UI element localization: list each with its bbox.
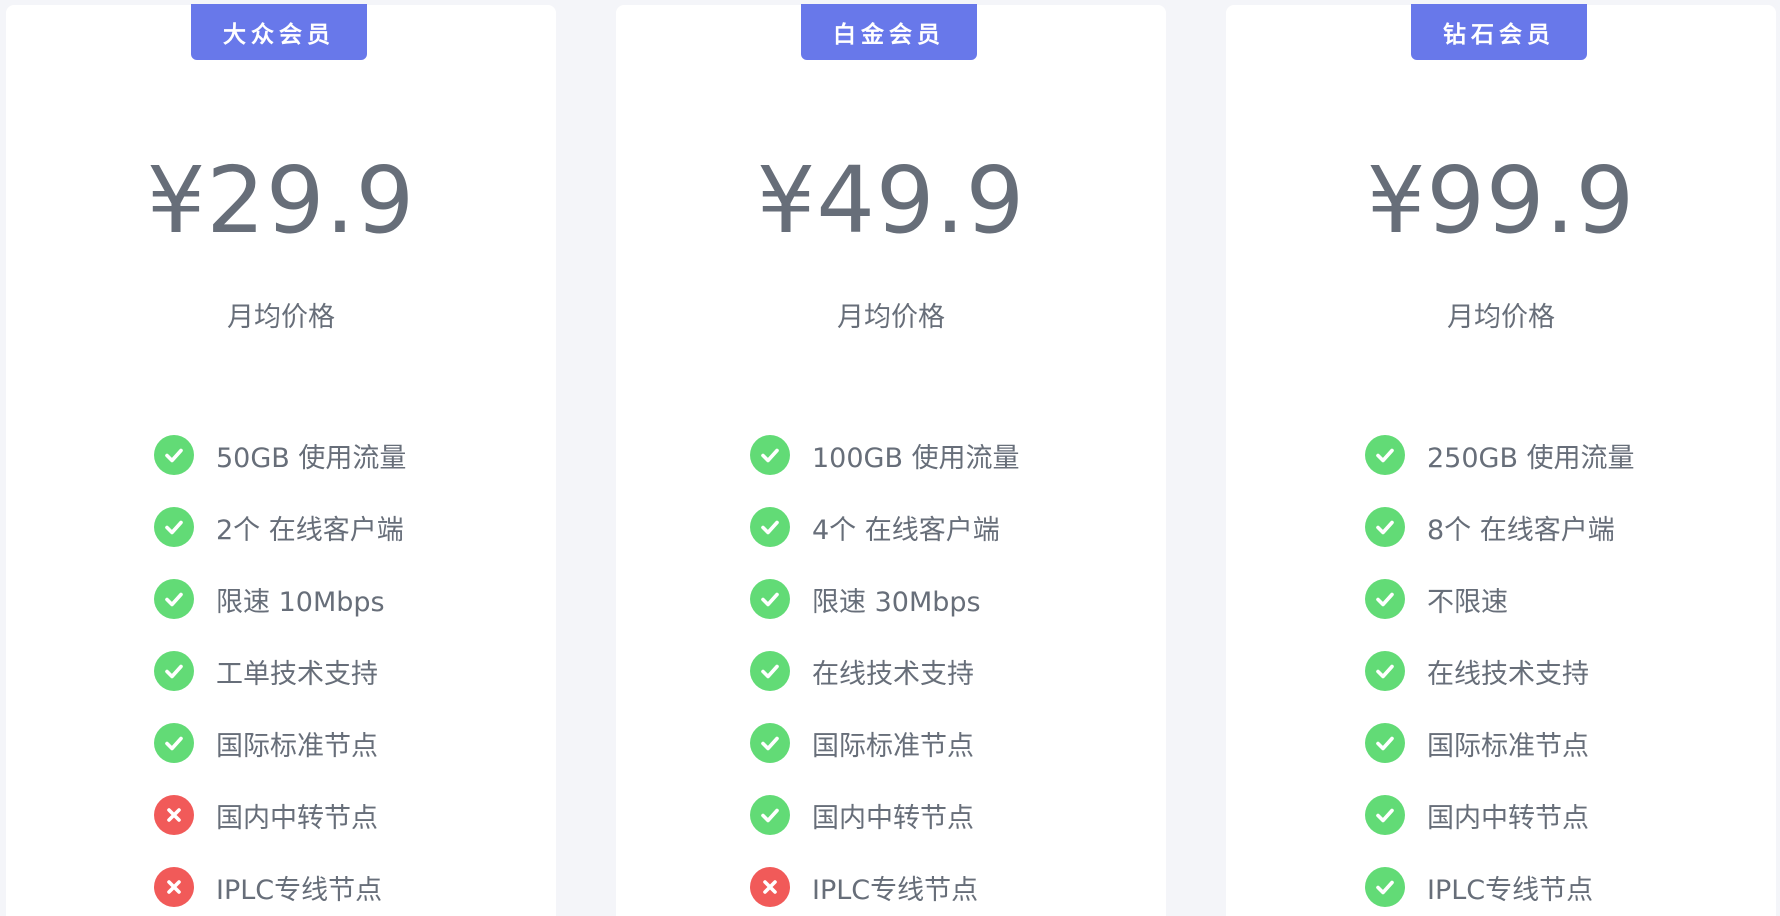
check-icon [154, 507, 194, 547]
feature-label: 限速 10Mbps [216, 586, 385, 618]
feature-label: 50GB 使用流量 [216, 442, 407, 474]
feature-label: 国内中转节点 [1427, 802, 1589, 834]
feature-item: 限速 30Mbps [750, 563, 1020, 635]
check-icon [750, 507, 790, 547]
feature-list: 100GB 使用流量 4个 在线客户端 限速 30Mbps 在线技术支持 国际标… [750, 419, 1020, 916]
feature-label: 100GB 使用流量 [812, 442, 1020, 474]
check-icon [1365, 723, 1405, 763]
check-icon [1365, 579, 1405, 619]
cross-icon [154, 867, 194, 907]
check-icon [154, 723, 194, 763]
feature-item: 在线技术支持 [750, 635, 1020, 707]
feature-label: 250GB 使用流量 [1427, 442, 1635, 474]
cross-icon [750, 867, 790, 907]
feature-label: 在线技术支持 [1427, 658, 1589, 690]
check-icon [154, 651, 194, 691]
feature-item: 2个 在线客户端 [154, 491, 406, 563]
plan-card-platinum[interactable]: 白金会员 ¥49.9 月均价格 100GB 使用流量 4个 在线客户端 限速 3… [616, 4, 1166, 916]
feature-item: IPLC专线节点 [154, 851, 406, 916]
check-icon [750, 579, 790, 619]
feature-item: 国内中转节点 [750, 779, 1020, 851]
feature-item: 4个 在线客户端 [750, 491, 1020, 563]
check-icon [750, 435, 790, 475]
plan-name-badge: 白金会员 [801, 4, 977, 60]
price-note: 月均价格 [227, 302, 335, 333]
feature-item: 国内中转节点 [154, 779, 406, 851]
feature-label: 工单技术支持 [216, 658, 378, 690]
feature-label: 国内中转节点 [812, 802, 974, 834]
feature-item: 50GB 使用流量 [154, 419, 406, 491]
check-icon [750, 651, 790, 691]
check-icon [1365, 795, 1405, 835]
feature-item: 8个 在线客户端 [1365, 491, 1635, 563]
plan-price: ¥29.9 [146, 147, 416, 254]
feature-label: 2个 在线客户端 [216, 514, 404, 546]
feature-item: 国际标准节点 [750, 707, 1020, 779]
check-icon [1365, 651, 1405, 691]
check-icon [1365, 507, 1405, 547]
check-icon [154, 435, 194, 475]
check-icon [750, 723, 790, 763]
feature-item: 不限速 [1365, 563, 1635, 635]
plan-card-diamond[interactable]: 钻石会员 ¥99.9 月均价格 250GB 使用流量 8个 在线客户端 不限速 … [1226, 4, 1776, 916]
feature-item: 国内中转节点 [1365, 779, 1635, 851]
feature-item: 100GB 使用流量 [750, 419, 1020, 491]
feature-label: 国际标准节点 [1427, 730, 1589, 762]
check-icon [1365, 867, 1405, 907]
feature-item: 国际标准节点 [154, 707, 406, 779]
plan-name-badge: 大众会员 [191, 4, 367, 60]
check-icon [750, 795, 790, 835]
feature-label: 在线技术支持 [812, 658, 974, 690]
feature-item: IPLC专线节点 [1365, 851, 1635, 916]
feature-item: 250GB 使用流量 [1365, 419, 1635, 491]
feature-label: 4个 在线客户端 [812, 514, 1000, 546]
feature-label: 限速 30Mbps [812, 586, 981, 618]
feature-label: 8个 在线客户端 [1427, 514, 1615, 546]
cross-icon [154, 795, 194, 835]
feature-item: 国际标准节点 [1365, 707, 1635, 779]
price-note: 月均价格 [1447, 302, 1555, 333]
plan-price: ¥99.9 [1366, 147, 1636, 254]
check-icon [1365, 435, 1405, 475]
feature-label: 不限速 [1427, 586, 1508, 618]
pricing-section: 大众会员 ¥29.9 月均价格 50GB 使用流量 2个 在线客户端 限速 10… [0, 0, 1780, 916]
feature-item: IPLC专线节点 [750, 851, 1020, 916]
feature-label: 国内中转节点 [216, 802, 378, 834]
feature-label: 国际标准节点 [812, 730, 974, 762]
feature-item: 限速 10Mbps [154, 563, 406, 635]
feature-label: IPLC专线节点 [812, 874, 979, 906]
feature-label: 国际标准节点 [216, 730, 378, 762]
plan-card-basic[interactable]: 大众会员 ¥29.9 月均价格 50GB 使用流量 2个 在线客户端 限速 10… [6, 4, 556, 916]
feature-label: IPLC专线节点 [216, 874, 383, 906]
feature-item: 在线技术支持 [1365, 635, 1635, 707]
feature-list: 50GB 使用流量 2个 在线客户端 限速 10Mbps 工单技术支持 国际标准… [154, 419, 406, 916]
feature-item: 工单技术支持 [154, 635, 406, 707]
plan-name-badge: 钻石会员 [1411, 4, 1587, 60]
feature-list: 250GB 使用流量 8个 在线客户端 不限速 在线技术支持 国际标准节点 国内… [1365, 419, 1635, 916]
feature-label: IPLC专线节点 [1427, 874, 1594, 906]
plan-price: ¥49.9 [756, 147, 1026, 254]
price-note: 月均价格 [837, 302, 945, 333]
check-icon [154, 579, 194, 619]
